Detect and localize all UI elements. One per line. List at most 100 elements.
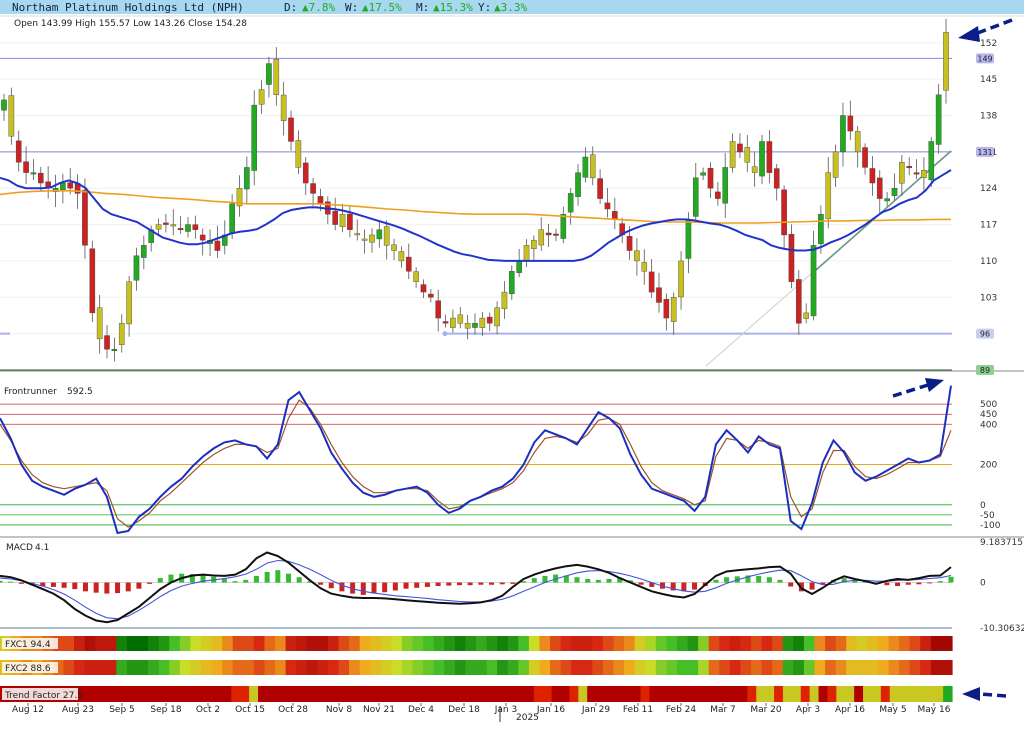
macd-histogram-bar	[8, 581, 14, 583]
strip-cell	[740, 636, 752, 651]
strip-cell	[253, 660, 266, 675]
candle-body	[597, 178, 603, 199]
macd-histogram-bar	[18, 582, 24, 584]
candle-body	[273, 58, 280, 95]
candle-body	[876, 177, 883, 199]
price-marker-label: 89	[980, 366, 990, 375]
strip-cell	[528, 660, 541, 675]
strip-cell	[349, 660, 361, 675]
candle-body	[37, 172, 44, 184]
day-change-value: ▲7.8%	[302, 1, 335, 14]
candle-body	[759, 141, 765, 177]
macd-histogram-bar	[136, 582, 142, 589]
strip-cell	[846, 660, 858, 675]
strip-cell	[444, 660, 456, 675]
candle-body	[825, 172, 832, 220]
strip-cell	[578, 686, 588, 702]
chart-title: Northam Platinum Holdings Ltd (NPH)	[12, 1, 244, 14]
strip-cell	[275, 660, 287, 675]
strip-cell	[539, 636, 551, 651]
macd-histogram-bar	[115, 582, 121, 594]
strip-cell	[836, 686, 846, 702]
candle-body	[935, 94, 942, 145]
strip-cell	[275, 686, 286, 702]
macd-histogram-bar	[296, 577, 302, 583]
macd-histogram-bar	[905, 582, 911, 585]
strip-cell	[930, 636, 943, 651]
year-change-label: Y:	[478, 1, 491, 14]
strip-cell	[306, 636, 318, 651]
strip-cell	[231, 686, 241, 702]
candle-body	[170, 224, 177, 227]
strip-cell	[856, 636, 868, 651]
x-tick-label: Sep 5	[109, 705, 135, 715]
candle-body	[685, 219, 692, 259]
strip-cell	[899, 636, 911, 651]
strip-cell	[346, 686, 357, 702]
strip-cell	[596, 686, 606, 702]
strip-cell	[793, 636, 805, 651]
strip-cell	[380, 660, 392, 675]
strip-cell	[476, 636, 488, 651]
strip-cell	[169, 636, 181, 651]
strip-cell	[518, 660, 530, 675]
price-tick-label: 124	[980, 184, 997, 194]
candle-body	[553, 233, 559, 236]
strip-cell	[293, 686, 304, 702]
strip-cell	[747, 686, 757, 702]
strip-cell	[856, 660, 868, 675]
strip-cell	[151, 686, 161, 702]
candle-body	[781, 189, 787, 236]
candle-body	[391, 244, 397, 251]
candle-body	[722, 167, 729, 204]
strip-label: FXC2 88.6	[5, 664, 51, 674]
macd-histogram-bar	[446, 582, 452, 586]
strip-cell	[401, 636, 414, 651]
macd-histogram-bar	[713, 579, 719, 583]
macd-histogram-bar	[788, 582, 794, 587]
strip-cell	[645, 636, 657, 651]
candle-body	[516, 260, 522, 273]
strip-cell	[634, 636, 646, 651]
strip-cell	[63, 660, 75, 675]
strip-cell	[444, 686, 455, 702]
strip-cell	[899, 660, 911, 675]
strip-label: FXC1 94.4	[5, 640, 51, 650]
candle-body	[612, 211, 618, 220]
candle-body	[737, 143, 743, 153]
macd-histogram-bar	[916, 582, 922, 585]
frontrunner-title: Frontrunner	[4, 387, 57, 397]
candle-body	[288, 117, 294, 142]
strip-cell	[551, 686, 562, 702]
x-tick-label: Oct 2	[196, 705, 220, 715]
x-tick-label: Nov 21	[363, 705, 395, 715]
candle-body	[185, 224, 191, 232]
strip-cell	[106, 686, 117, 702]
price-marker-label: 131	[977, 148, 992, 157]
candle-body	[295, 140, 302, 168]
macd-histogram-bar	[157, 578, 163, 583]
macd-panel: 9.183715 0 -10.30632	[0, 538, 1024, 634]
strip-cell	[550, 660, 562, 675]
candle-body	[280, 94, 287, 121]
strip-cell	[329, 686, 339, 702]
strip-cell	[258, 686, 268, 702]
strip-cell	[888, 636, 900, 651]
candle-body	[361, 238, 368, 241]
candle-body	[663, 299, 670, 319]
strip-cell	[666, 660, 678, 675]
strip-cell	[941, 660, 953, 675]
candle-body	[847, 115, 854, 132]
candle-body	[567, 193, 574, 213]
strip-cell	[232, 660, 244, 675]
strip-cell	[338, 660, 350, 675]
strip-cell	[602, 636, 615, 651]
candle-body	[251, 104, 258, 171]
strip-cell	[486, 660, 498, 675]
strip-cell	[916, 686, 926, 702]
strip-cell	[253, 636, 266, 651]
strip-cell	[471, 686, 482, 702]
strip-cell	[720, 686, 731, 702]
strip-cell	[465, 660, 477, 675]
strip-cell	[317, 660, 329, 675]
